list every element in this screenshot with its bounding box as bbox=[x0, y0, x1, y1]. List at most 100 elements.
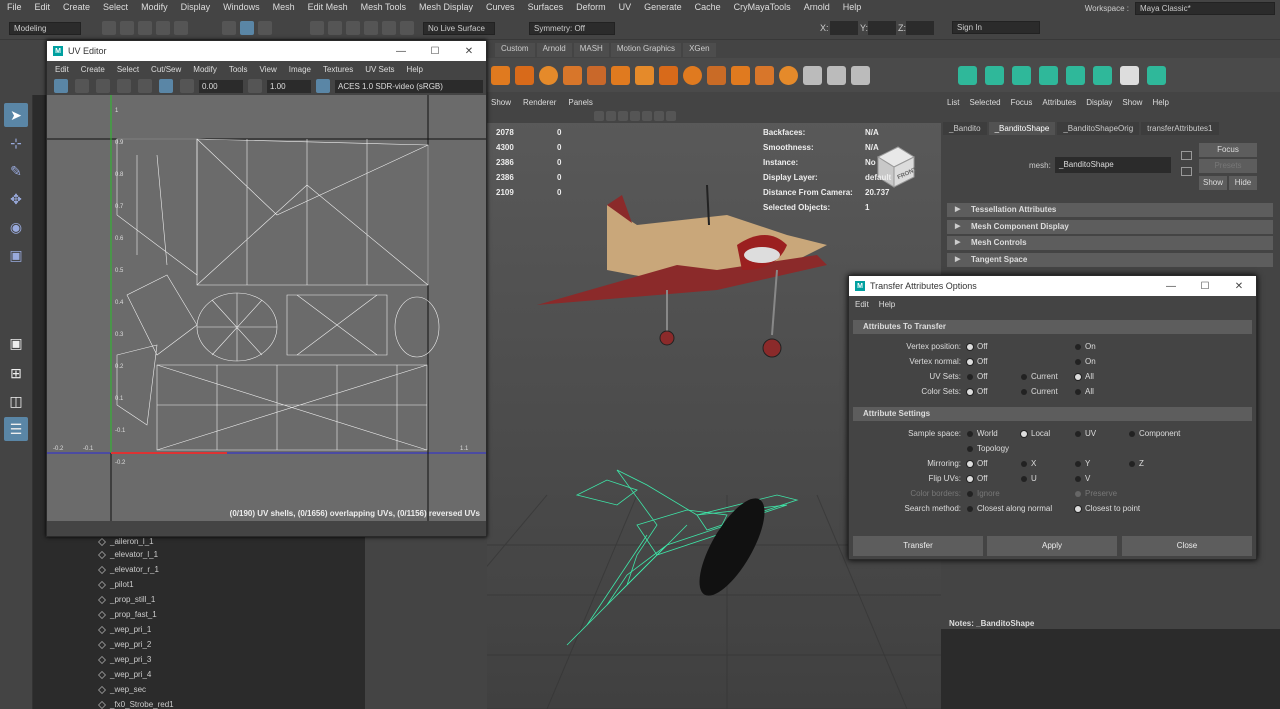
smooth-icon[interactable] bbox=[683, 65, 702, 85]
viewport-menu-panels[interactable]: Panels bbox=[568, 98, 592, 107]
wireframe-airplane[interactable] bbox=[566, 469, 799, 646]
menu-deform[interactable]: Deform bbox=[569, 2, 612, 12]
uv-menu-textures[interactable]: Textures bbox=[319, 65, 357, 74]
lasso-tool-icon[interactable]: ⊹ bbox=[4, 131, 28, 155]
menu-surfaces[interactable]: Surfaces bbox=[521, 2, 570, 12]
spherical-map-icon[interactable] bbox=[1039, 65, 1058, 85]
vertex-position-on[interactable]: On bbox=[1075, 342, 1096, 351]
section-tessellation[interactable]: Tessellation Attributes bbox=[947, 203, 1273, 217]
viewport-menu-renderer[interactable]: Renderer bbox=[523, 98, 556, 107]
uv-menu-edit[interactable]: Edit bbox=[51, 65, 73, 74]
go-to-input-icon[interactable] bbox=[1181, 151, 1192, 160]
uv-sets-all[interactable]: All bbox=[1075, 372, 1094, 381]
uv-menu-cut-sew[interactable]: Cut/Sew bbox=[147, 65, 185, 74]
uv-shade-icon[interactable] bbox=[96, 79, 110, 93]
cube-icon[interactable] bbox=[491, 65, 510, 85]
color-sets-off[interactable]: Off bbox=[967, 387, 988, 396]
uv-menu-create[interactable]: Create bbox=[77, 65, 109, 74]
go-to-output-icon[interactable] bbox=[1181, 167, 1192, 176]
shelf-tab-arnold[interactable]: Arnold bbox=[536, 43, 572, 57]
mirroring-x[interactable]: X bbox=[1021, 459, 1036, 468]
color-borders-ignore[interactable]: Ignore bbox=[967, 489, 1000, 498]
outliner-item[interactable]: _wep_pri_4 bbox=[98, 670, 151, 679]
hide-button[interactable]: Hide bbox=[1229, 176, 1257, 190]
flip-uvs-off[interactable]: Off bbox=[967, 474, 988, 483]
gamma-field[interactable]: 1.00 bbox=[267, 79, 311, 93]
sample-space-uv[interactable]: UV bbox=[1075, 429, 1096, 438]
target-weld-icon[interactable] bbox=[851, 65, 870, 85]
cylinder-icon[interactable] bbox=[515, 65, 534, 85]
live-surface-field[interactable]: No Live Surface bbox=[423, 22, 495, 35]
menu-edit[interactable]: Edit bbox=[28, 2, 57, 12]
scale-tool-icon[interactable]: ▣ bbox=[4, 243, 28, 267]
mirroring-off[interactable]: Off bbox=[967, 459, 988, 468]
textured-icon[interactable] bbox=[618, 110, 628, 121]
search-closest-point[interactable]: Closest to point bbox=[1075, 504, 1140, 513]
section-mesh-component-display[interactable]: Mesh Component Display bbox=[947, 220, 1273, 234]
outliner-item[interactable]: _elevator_r_1 bbox=[98, 565, 159, 574]
outliner-item[interactable]: _aileron_l_1 bbox=[98, 537, 154, 546]
colorspace-dropdown[interactable]: ACES 1.0 SDR-video (sRGB) bbox=[335, 79, 483, 93]
four-pane-icon[interactable]: ⊞ bbox=[4, 361, 28, 385]
live-icon[interactable] bbox=[400, 21, 414, 35]
color-borders-preserve[interactable]: Preserve bbox=[1075, 489, 1117, 498]
paint-select-icon[interactable]: ✎ bbox=[4, 159, 28, 183]
search-closest-normal[interactable]: Closest along normal bbox=[967, 504, 1052, 513]
ae-menu-display[interactable]: Display bbox=[1083, 98, 1115, 107]
menu-file[interactable]: File bbox=[0, 2, 28, 12]
z-field[interactable] bbox=[906, 21, 934, 35]
outliner-item[interactable]: _elevator_l_1 bbox=[98, 550, 158, 559]
snap-grid-icon[interactable] bbox=[310, 21, 324, 35]
close-button[interactable]: Close bbox=[1122, 536, 1252, 556]
menu-help[interactable]: Help bbox=[836, 2, 868, 12]
ae-menu-help[interactable]: Help bbox=[1149, 98, 1171, 107]
vertex-normal-on[interactable]: On bbox=[1075, 357, 1096, 366]
uv-texture-borders-icon[interactable] bbox=[138, 79, 152, 93]
ae-menu-list[interactable]: List bbox=[944, 98, 962, 107]
extrude-icon[interactable] bbox=[563, 65, 582, 85]
shelf-tab-motion-graphics[interactable]: Motion Graphics bbox=[610, 43, 682, 57]
color-sets-all[interactable]: All bbox=[1075, 387, 1094, 396]
lights-icon[interactable] bbox=[630, 110, 640, 121]
outliner-item[interactable]: _wep_pri_3 bbox=[98, 655, 151, 664]
menu-windows[interactable]: Windows bbox=[216, 2, 266, 12]
uv-editor-titlebar[interactable]: M UV Editor — ☐ ✕ bbox=[47, 41, 486, 61]
boolean-icon[interactable] bbox=[779, 65, 798, 85]
outliner-item[interactable]: _prop_fast_1 bbox=[98, 610, 157, 619]
select-object-icon[interactable] bbox=[240, 21, 254, 35]
combine-icon[interactable] bbox=[635, 65, 654, 85]
sample-space-world[interactable]: World bbox=[967, 429, 998, 438]
select-hierarchy-icon[interactable] bbox=[222, 21, 236, 35]
two-pane-icon[interactable]: ◫ bbox=[4, 389, 28, 413]
minimize-icon[interactable]: — bbox=[384, 46, 418, 57]
view-transform-icon[interactable] bbox=[316, 79, 330, 93]
maximize-icon[interactable]: ☐ bbox=[418, 46, 452, 57]
outliner-layout-icon[interactable]: ☰ bbox=[4, 417, 28, 441]
uv-distortion-icon[interactable] bbox=[117, 79, 131, 93]
fill-hole-icon[interactable] bbox=[755, 65, 774, 85]
move-tool-icon[interactable]: ✥ bbox=[4, 187, 28, 211]
close-icon[interactable]: ✕ bbox=[452, 46, 486, 57]
symmetry-dropdown[interactable]: Symmetry: Off bbox=[529, 22, 615, 35]
flip-uvs-u[interactable]: U bbox=[1021, 474, 1037, 483]
dialog-menu-edit[interactable]: Edit bbox=[852, 300, 872, 309]
select-component-icon[interactable] bbox=[258, 21, 272, 35]
planar-map-icon[interactable] bbox=[958, 65, 977, 85]
open-scene-icon[interactable] bbox=[120, 21, 134, 35]
multicut-icon[interactable] bbox=[803, 65, 822, 85]
ae-menu-show[interactable]: Show bbox=[1119, 98, 1145, 107]
tab-bandito[interactable]: _Bandito bbox=[943, 122, 987, 135]
bridge-icon[interactable] bbox=[611, 65, 630, 85]
unfold-icon[interactable] bbox=[1066, 65, 1085, 85]
menu-uv[interactable]: UV bbox=[612, 2, 638, 12]
shelf-tab-mash[interactable]: MASH bbox=[573, 43, 609, 57]
x-field[interactable] bbox=[830, 21, 858, 35]
uv-canvas[interactable]: 1 0.9 0.8 0.7 0.6 0.5 0.4 0.3 0.2 0.1 -0… bbox=[47, 95, 486, 521]
vertex-position-off[interactable]: Off bbox=[967, 342, 988, 351]
menu-mesh[interactable]: Mesh bbox=[266, 2, 301, 12]
uv-menu-help[interactable]: Help bbox=[403, 65, 427, 74]
viewport-menu-show[interactable]: Show bbox=[491, 98, 511, 107]
uv-sets-off[interactable]: Off bbox=[967, 372, 988, 381]
uv-image-display-icon[interactable] bbox=[159, 79, 173, 93]
snap-surface-icon[interactable] bbox=[382, 21, 396, 35]
